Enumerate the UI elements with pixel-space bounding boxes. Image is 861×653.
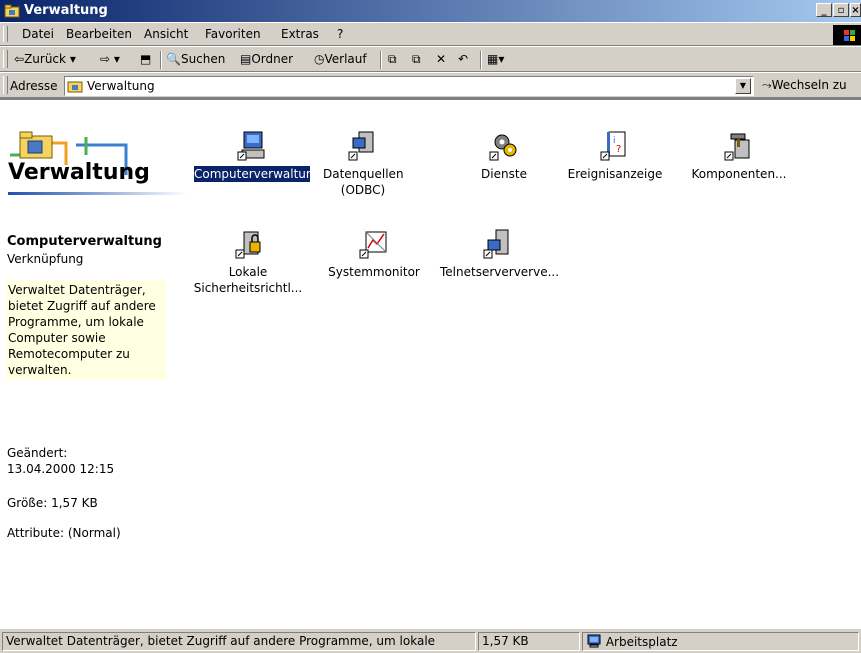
menu-extras[interactable]: Extras xyxy=(281,27,319,41)
shortcut-dienste[interactable]: Dienste xyxy=(464,130,544,182)
menu-grip[interactable] xyxy=(3,26,8,42)
address-bar: Adresse Verwaltung ▼ ⤳Wechseln zu xyxy=(0,72,861,98)
views-grid-icon: ▦ xyxy=(487,52,499,66)
views-button[interactable]: ▦▾ xyxy=(487,52,504,66)
forward-button[interactable]: ⇨ ▾ xyxy=(100,52,120,66)
menu-favoriten[interactable]: Favoriten xyxy=(205,27,261,41)
folders-icon: ▤ xyxy=(240,52,252,66)
history-icon: ◷ xyxy=(314,52,325,66)
search-button[interactable]: 🔍Suchen xyxy=(166,52,225,66)
toolbar-separator xyxy=(480,51,482,69)
event-viewer-icon: i ? xyxy=(600,131,626,161)
folder-tools-icon xyxy=(4,4,20,18)
changed-value: 13.04.2000 12:15 xyxy=(7,462,115,476)
menu-ansicht[interactable]: Ansicht xyxy=(144,27,188,41)
file-attributes: Attribute: (Normal) xyxy=(7,526,121,540)
toolbar-separator xyxy=(160,51,162,69)
menu-bar: Datei Bearbeiten Ansicht Favoriten Extra… xyxy=(0,22,861,46)
title-bar[interactable]: Verwaltung _ ▫ × xyxy=(0,0,861,22)
chevron-down-icon: ▾ xyxy=(113,52,120,66)
icon-label: Systemmonitor xyxy=(328,265,420,279)
undo-button[interactable]: ↶ xyxy=(458,52,468,66)
telnet-server-icon xyxy=(483,229,509,259)
close-button[interactable]: × xyxy=(850,3,861,17)
folder-view[interactable]: Verwaltung Computerverwaltung Verknüpfun… xyxy=(0,98,861,629)
copy-to-icon: ⧉ xyxy=(412,52,421,66)
selected-item-name: Computerverwaltung xyxy=(7,234,162,249)
icon-label: Telnetserververve... xyxy=(440,265,560,279)
back-arrow-icon: ⇦ xyxy=(14,52,25,66)
shortcut-komponenten[interactable]: Komponenten... xyxy=(684,130,794,182)
shortcut-datenquellen[interactable]: Datenquellen (ODBC) xyxy=(318,130,408,198)
delete-button[interactable]: ✕ xyxy=(436,52,446,66)
copy-to-button[interactable]: ⧉ xyxy=(412,52,421,67)
move-to-icon: ⧉ xyxy=(388,52,397,66)
shortcut-ereignisanzeige[interactable]: i ? Ereignisanzeige xyxy=(560,130,670,182)
file-size: Größe: 1,57 KB xyxy=(7,496,98,510)
address-input[interactable]: Verwaltung ▼ xyxy=(64,76,754,96)
icon-label: Lokale Sicherheitsrichtl... xyxy=(193,265,303,295)
web-view-sidebar: Verwaltung Computerverwaltung Verknüpfun… xyxy=(0,100,190,629)
move-to-button[interactable]: ⧉ xyxy=(388,52,397,67)
menu-bearbeiten[interactable]: Bearbeiten xyxy=(66,27,132,41)
icon-label: Datenquellen (ODBC) xyxy=(323,167,404,197)
icon-label: Computerverwaltung xyxy=(194,166,322,182)
changed-label: Geändert: xyxy=(7,446,68,460)
address-dropdown-button[interactable]: ▼ xyxy=(735,78,751,94)
component-services-icon xyxy=(724,133,750,161)
my-computer-icon xyxy=(587,634,601,648)
windows-logo-icon xyxy=(833,25,861,45)
svg-text:?: ? xyxy=(616,144,621,155)
toolbar-grip[interactable] xyxy=(3,50,8,68)
selected-item-type: Verknüpfung xyxy=(7,252,84,266)
item-description: Verwaltet Datenträger, bietet Zugriff au… xyxy=(6,280,166,380)
folder-title: Verwaltung xyxy=(8,160,150,185)
go-arrow-icon: ⤳ xyxy=(762,78,772,92)
back-button[interactable]: ⇦Zurück ▾ xyxy=(14,52,76,66)
menu-datei[interactable]: Datei xyxy=(22,27,54,41)
search-icon: 🔍 xyxy=(166,52,181,66)
address-label: Adresse xyxy=(10,79,58,93)
go-button[interactable]: ⤳Wechseln zu xyxy=(762,78,847,93)
status-zone: Arbeitsplatz xyxy=(582,632,859,651)
address-grip[interactable] xyxy=(3,76,8,94)
folders-button[interactable]: ▤Ordner xyxy=(240,52,293,66)
maximize-button[interactable]: ▫ xyxy=(833,3,849,17)
window-title: Verwaltung xyxy=(24,3,108,18)
chevron-down-icon: ▾ xyxy=(69,52,76,66)
data-sources-icon xyxy=(348,131,374,161)
undo-icon: ↶ xyxy=(458,52,469,66)
toolbar-separator xyxy=(380,51,382,69)
local-security-policy-icon xyxy=(235,231,261,259)
address-value: Verwaltung xyxy=(87,79,155,93)
shortcut-computerverwaltung[interactable]: Computerverwaltung xyxy=(194,130,322,182)
shortcut-systemmonitor[interactable]: Systemmonitor xyxy=(322,228,426,280)
history-button[interactable]: ◷Verlauf xyxy=(314,52,367,66)
folder-tools-icon xyxy=(19,131,53,159)
forward-arrow-icon: ⇨ xyxy=(100,52,111,66)
status-bar: Verwaltet Datenträger, bietet Zugriff au… xyxy=(0,629,861,653)
up-folder-button[interactable]: ⬒ xyxy=(140,52,151,66)
standard-toolbar: ⇦Zurück ▾ ⇨ ▾ ⬒ 🔍Suchen ▤Ordner ◷Verlauf… xyxy=(0,46,861,72)
minimize-button[interactable]: _ xyxy=(816,3,832,17)
title-underline xyxy=(8,192,188,195)
status-size: 1,57 KB xyxy=(478,632,580,651)
menu-help[interactable]: ? xyxy=(337,27,343,41)
services-gears-icon xyxy=(489,134,517,161)
icon-label: Ereignisanzeige xyxy=(567,167,663,181)
icon-label: Komponenten... xyxy=(691,167,787,181)
up-folder-icon: ⬒ xyxy=(140,52,152,66)
delete-x-icon: ✕ xyxy=(436,52,447,66)
computer-management-icon xyxy=(237,131,265,161)
shortcut-telnetserver[interactable]: Telnetserververve... xyxy=(440,228,560,280)
folder-tools-icon xyxy=(67,81,83,93)
status-text: Verwaltet Datenträger, bietet Zugriff au… xyxy=(2,632,476,651)
system-monitor-icon xyxy=(359,231,387,259)
shortcut-lokale-sicherheitsrichtlinie[interactable]: Lokale Sicherheitsrichtl... xyxy=(192,228,308,296)
chevron-down-icon: ▾ xyxy=(498,52,505,66)
icon-label: Dienste xyxy=(481,167,527,181)
